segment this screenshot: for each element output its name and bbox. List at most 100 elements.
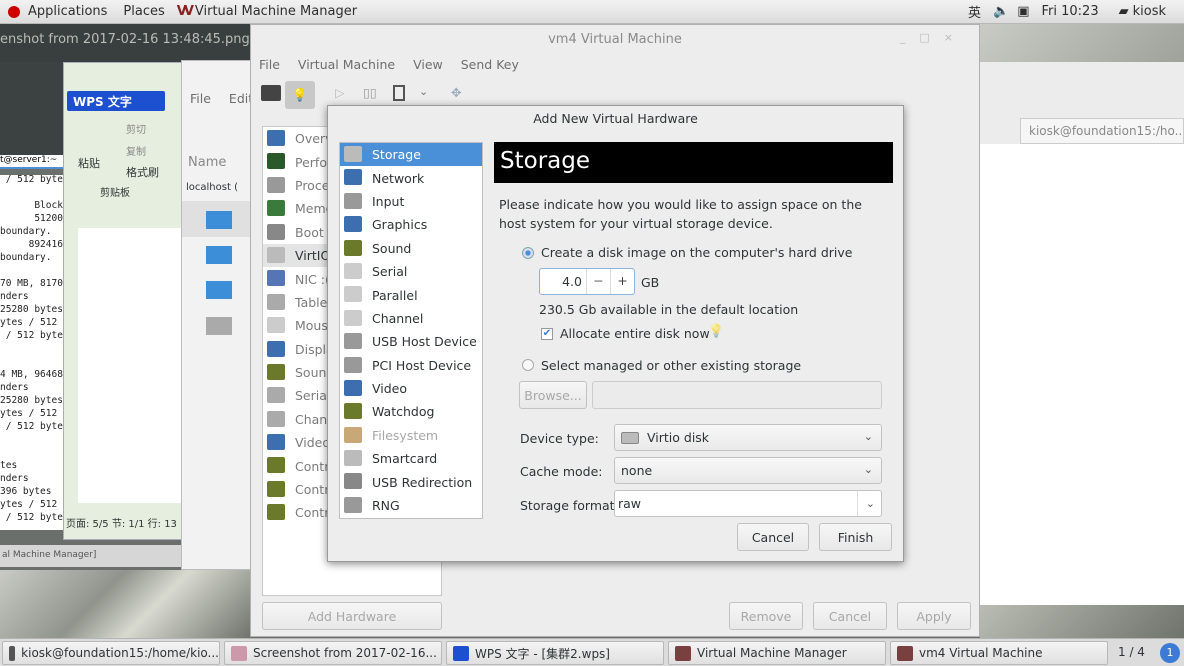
- usb-icon: [344, 473, 362, 490]
- terminal-body[interactable]: [980, 144, 1184, 605]
- paste-button[interactable]: 粘贴: [78, 155, 100, 171]
- chevron-down-icon[interactable]: ⌄: [419, 85, 428, 98]
- hardware-icon: [267, 270, 285, 287]
- pause-icon[interactable]: ▯▯: [363, 85, 377, 100]
- menu-send-key[interactable]: Send Key: [461, 57, 519, 72]
- fullscreen-icon[interactable]: ✥: [451, 85, 461, 100]
- hardware-type-filesystem[interactable]: Filesystem: [340, 424, 482, 447]
- hardware-type-pci-host-device[interactable]: PCI Host Device: [340, 354, 482, 377]
- hardware-type-rng[interactable]: RNG: [340, 494, 482, 517]
- cache-mode-label: Cache mode:: [520, 464, 603, 479]
- hardware-type-watchdog[interactable]: Watchdog: [340, 400, 482, 423]
- vm-running-icon: [206, 211, 232, 229]
- hardware-icon: [267, 387, 285, 404]
- network-icon[interactable]: ▣: [1017, 4, 1029, 19]
- increment-button[interactable]: +: [610, 269, 634, 294]
- task-vmm[interactable]: Virtual Machine Manager: [668, 641, 886, 665]
- vmm-window: File Edit Name localhost (: [181, 60, 254, 570]
- terminal-output: / 512 bytes Blocks 512000 boundary. 89241…: [0, 175, 66, 530]
- radio-existing[interactable]: [522, 359, 534, 371]
- image-viewer-title: enshot from 2017-02-16 13:48:45.png: [0, 24, 252, 62]
- allocate-checkbox[interactable]: ✔: [541, 328, 553, 340]
- hardware-type-video[interactable]: Video: [340, 377, 482, 400]
- active-app-name[interactable]: Virtual Machine Manager: [195, 4, 357, 19]
- cut-button[interactable]: 剪切: [126, 121, 146, 136]
- radio-create[interactable]: [522, 247, 534, 259]
- wps-app-menu[interactable]: WPS 文字: [67, 91, 165, 111]
- column-name[interactable]: Name: [188, 155, 226, 170]
- chevron-down-icon: ⌄: [863, 430, 873, 443]
- radio-existing-label[interactable]: Select managed or other existing storage: [541, 358, 801, 373]
- smartcard-icon: [344, 450, 362, 467]
- console-icon[interactable]: [261, 85, 281, 101]
- input-method-indicator[interactable]: 英: [968, 2, 981, 21]
- format-painter-button[interactable]: 格式刷: [126, 164, 159, 180]
- workspace-indicator[interactable]: 1 / 4: [1118, 645, 1145, 659]
- user-menu[interactable]: kiosk: [1133, 4, 1166, 19]
- storage-format-combo[interactable]: raw ⌄: [614, 490, 882, 517]
- hardware-item-label: Perfo: [295, 154, 327, 170]
- taskbar: kiosk@foundation15:/home/kio... Screensh…: [0, 638, 1184, 666]
- details-lightbulb-icon[interactable]: 💡: [285, 81, 315, 109]
- hardware-icon: [267, 176, 285, 193]
- cache-mode-select[interactable]: none ⌄: [614, 457, 882, 484]
- hardware-type-input[interactable]: Input: [340, 190, 482, 213]
- vmm-icon: [675, 645, 691, 661]
- terminal-line: / 512 bytes: [0, 175, 66, 185]
- task-label: kiosk@foundation15:/home/kio...: [21, 646, 219, 660]
- hardware-item-label: VirtIO: [295, 248, 331, 264]
- terminal-tab[interactable]: kiosk@foundation15:/ho...: [1020, 118, 1184, 144]
- apply-button[interactable]: Apply: [897, 602, 971, 630]
- menu-virtual-machine[interactable]: Virtual Machine: [298, 57, 395, 72]
- chevron-down-icon[interactable]: ⌄: [856, 491, 875, 516]
- allocate-label[interactable]: Allocate entire disk now: [560, 326, 710, 341]
- hardware-type-serial[interactable]: Serial: [340, 260, 482, 283]
- browse-button[interactable]: Browse...: [519, 381, 587, 409]
- storage-format-input[interactable]: raw: [618, 496, 641, 511]
- places-menu[interactable]: Places: [123, 4, 164, 19]
- hardware-type-usb-redirection[interactable]: USB Redirection: [340, 470, 482, 493]
- hardware-type-storage[interactable]: Storage: [340, 143, 482, 167]
- hardware-type-graphics[interactable]: Graphics: [340, 213, 482, 236]
- terminal-tab[interactable]: t@server1:~: [0, 155, 66, 169]
- disk-icon: [621, 431, 639, 444]
- task-terminal[interactable]: kiosk@foundation15:/home/kio...: [2, 641, 220, 665]
- applications-menu[interactable]: Applications: [28, 4, 107, 19]
- host-row[interactable]: localhost (: [186, 182, 238, 193]
- size-spinner[interactable]: 4.0 − +: [539, 268, 635, 295]
- radio-create-label[interactable]: Create a disk image on the computer's ha…: [541, 245, 852, 260]
- hardware-type-network[interactable]: Network: [340, 166, 482, 189]
- hardware-type-label: PCI Host Device: [372, 357, 472, 373]
- hardware-item-label: Contr: [295, 482, 330, 498]
- size-input[interactable]: 4.0: [540, 269, 586, 294]
- menu-view[interactable]: View: [413, 57, 443, 72]
- notification-badge[interactable]: 1: [1160, 643, 1180, 663]
- add-hardware-button[interactable]: Add Hardware: [262, 602, 442, 630]
- remove-button[interactable]: Remove: [729, 602, 803, 630]
- decrement-button[interactable]: −: [586, 269, 610, 294]
- shutdown-icon[interactable]: [393, 85, 405, 101]
- finish-button[interactable]: Finish: [819, 523, 892, 551]
- device-type-select[interactable]: Virtio disk ⌄: [614, 424, 882, 451]
- hardware-type-parallel[interactable]: Parallel: [340, 283, 482, 306]
- run-icon[interactable]: ▷: [335, 85, 345, 100]
- hardware-type-usb-host-device[interactable]: USB Host Device: [340, 330, 482, 353]
- storage-path-input[interactable]: [592, 381, 882, 409]
- hardware-type-channel[interactable]: Channel: [340, 307, 482, 330]
- hardware-type-smartcard[interactable]: Smartcard: [340, 447, 482, 470]
- cancel-button[interactable]: Cancel: [813, 602, 887, 630]
- menu-file[interactable]: File: [190, 91, 211, 106]
- window-controls[interactable]: _□×: [900, 31, 967, 44]
- hardware-icon: [267, 457, 285, 474]
- clock[interactable]: Fri 10:23: [1042, 4, 1099, 19]
- hardware-type-sound[interactable]: Sound: [340, 237, 482, 260]
- menu-file[interactable]: File: [259, 57, 280, 72]
- copy-button[interactable]: 复制: [126, 143, 146, 158]
- task-screenshot[interactable]: Screenshot from 2017-02-16...: [224, 641, 442, 665]
- task-vm4[interactable]: vm4 Virtual Machine: [890, 641, 1108, 665]
- document-page[interactable]: [78, 228, 186, 503]
- task-wps[interactable]: WPS 文字 - [集群2.wps]: [446, 641, 664, 665]
- cancel-button[interactable]: Cancel: [737, 523, 809, 551]
- volume-muted-icon[interactable]: 🔈: [993, 4, 1009, 19]
